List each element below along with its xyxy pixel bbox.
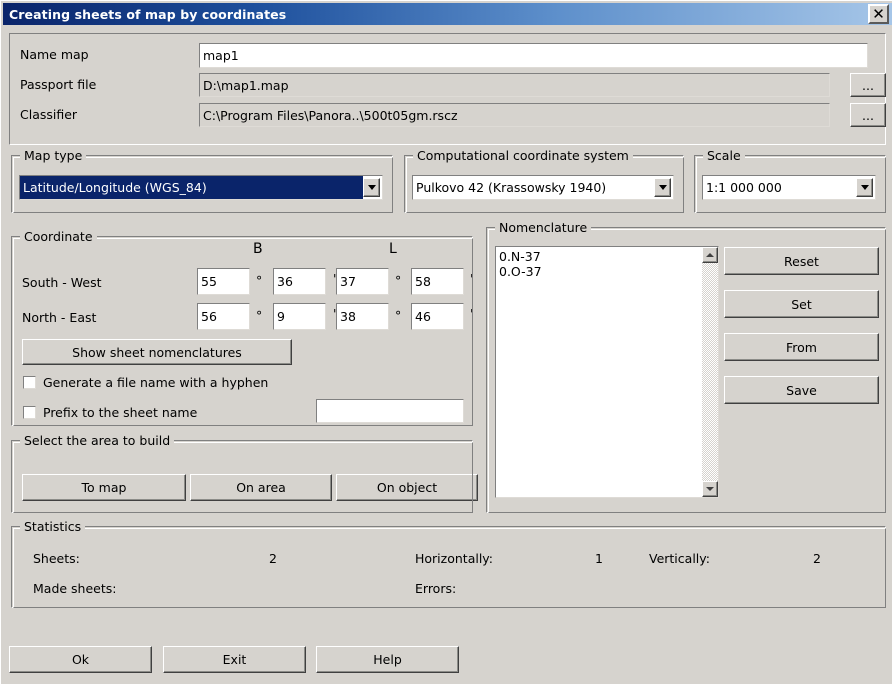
on-area-button[interactable]: On area — [190, 474, 332, 501]
passport-file-label: Passport file — [20, 77, 97, 92]
north-east-b-degrees-input[interactable]: 56 — [197, 303, 250, 330]
select-area-group: Select the area to build To map On area … — [11, 433, 478, 513]
chevron-down-icon[interactable] — [363, 178, 380, 197]
chevron-down-icon[interactable] — [654, 178, 671, 197]
minute-symbol: ' — [470, 306, 474, 321]
minute-symbol: ' — [470, 271, 474, 286]
degree-symbol: ° — [395, 308, 402, 323]
title-bar: Creating sheets of map by coordinates ✕ — [3, 3, 892, 25]
north-east-b-minutes-input[interactable]: 9 — [273, 303, 326, 330]
south-west-l-degrees-input[interactable]: 37 — [336, 268, 389, 295]
show-sheet-nomenclatures-button[interactable]: Show sheet nomenclatures — [22, 339, 292, 365]
list-item[interactable]: 0.O-37 — [499, 264, 700, 279]
scale-combo[interactable]: 1:1 000 000 — [702, 175, 876, 200]
coordinate-group-title: Coordinate — [20, 229, 97, 244]
coord-system-combo[interactable]: Pulkovo 42 (Krassowsky 1940) — [412, 175, 674, 200]
degree-symbol: ° — [256, 308, 263, 323]
column-header-b: B — [253, 241, 263, 257]
north-east-label: North - East — [22, 310, 97, 325]
nomenclature-listbox[interactable]: 0.N-37 0.O-37 — [495, 246, 719, 498]
select-area-group-title: Select the area to build — [20, 433, 175, 448]
scale-group-title: Scale — [703, 148, 745, 163]
classifier-input[interactable]: C:\Program Files\Panora..\500t05gm.rscz — [199, 103, 830, 127]
map-type-combo[interactable]: Latitude/Longitude (WGS_84) — [19, 175, 383, 200]
column-header-l: L — [389, 241, 397, 257]
map-type-group-title: Map type — [20, 148, 87, 163]
prefix-input[interactable] — [316, 399, 464, 423]
coord-system-group-title: Computational coordinate system — [413, 148, 633, 163]
north-east-l-degrees-input[interactable]: 38 — [336, 303, 389, 330]
name-map-input[interactable]: map1 — [199, 43, 868, 68]
from-button[interactable]: From — [724, 333, 879, 361]
south-west-l-minutes-input[interactable]: 58 — [411, 268, 464, 295]
scroll-down-button[interactable] — [702, 481, 718, 497]
statistics-group: Statistics Sheets: 2 Horizontally: 1 Ver… — [11, 519, 886, 608]
triangle-up-icon — [706, 253, 714, 257]
list-item[interactable]: 0.N-37 — [499, 249, 700, 264]
nomenclature-list-items: 0.N-37 0.O-37 — [499, 249, 700, 279]
nomenclature-group: Nomenclature 0.N-37 0.O-37 Reset Set Fro… — [486, 220, 886, 513]
set-button[interactable]: Set — [724, 290, 879, 318]
south-west-b-degrees-input[interactable]: 55 — [197, 268, 250, 295]
on-object-button[interactable]: On object — [336, 474, 478, 501]
coord-system-combo-value: Pulkovo 42 (Krassowsky 1940) — [416, 180, 607, 195]
prefix-label: Prefix to the sheet name — [43, 405, 198, 420]
generate-hyphen-checkbox[interactable] — [23, 376, 36, 389]
horizontally-value: 1 — [595, 551, 603, 566]
close-icon: ✕ — [872, 4, 885, 23]
coordinate-group: Coordinate B L South - West 55 ° 36 ' 37… — [11, 229, 474, 426]
reset-button[interactable]: Reset — [724, 247, 879, 275]
vertically-label: Vertically: — [649, 551, 710, 566]
generate-hyphen-checkbox-row[interactable]: Generate a file name with a hyphen — [23, 375, 268, 390]
sheets-value: 2 — [269, 551, 277, 566]
scale-group: Scale 1:1 000 000 — [694, 148, 886, 213]
to-map-button[interactable]: To map — [22, 474, 186, 501]
classifier-label: Classifier — [20, 107, 78, 122]
passport-file-browse-button[interactable]: ... — [850, 73, 886, 97]
sheets-label: Sheets: — [33, 551, 80, 566]
north-east-l-minutes-input[interactable]: 46 — [411, 303, 464, 330]
ok-button[interactable]: Ok — [9, 646, 152, 673]
degree-symbol: ° — [256, 273, 263, 288]
south-west-label: South - West — [22, 275, 102, 290]
window-title: Creating sheets of map by coordinates — [9, 6, 287, 22]
map-type-group: Map type Latitude/Longitude (WGS_84) — [11, 148, 393, 213]
made-sheets-label: Made sheets: — [33, 581, 117, 596]
exit-button[interactable]: Exit — [163, 646, 306, 673]
chevron-down-icon[interactable] — [856, 178, 873, 197]
vertically-value: 2 — [813, 551, 821, 566]
passport-file-input[interactable]: D:\map1.map — [199, 73, 830, 97]
name-map-label: Name map — [20, 47, 89, 62]
statistics-group-title: Statistics — [20, 519, 86, 534]
close-button[interactable]: ✕ — [868, 4, 889, 24]
south-west-b-minutes-input[interactable]: 36 — [273, 268, 326, 295]
help-button[interactable]: Help — [316, 646, 459, 673]
prefix-checkbox-row[interactable]: Prefix to the sheet name — [23, 405, 197, 420]
errors-label: Errors: — [415, 581, 457, 596]
triangle-down-icon — [706, 487, 714, 491]
nomenclature-group-title: Nomenclature — [495, 220, 592, 235]
scroll-up-button[interactable] — [702, 247, 718, 263]
degree-symbol: ° — [395, 273, 402, 288]
dialog-window: Creating sheets of map by coordinates ✕ … — [0, 0, 893, 685]
horizontally-label: Horizontally: — [415, 551, 493, 566]
scale-combo-value: 1:1 000 000 — [706, 180, 782, 195]
generate-hyphen-label: Generate a file name with a hyphen — [43, 375, 269, 390]
nomenclature-scrollbar[interactable] — [702, 247, 718, 497]
save-button[interactable]: Save — [724, 376, 879, 404]
classifier-browse-button[interactable]: ... — [850, 103, 886, 127]
file-panel: Name map map1 Passport file D:\map1.map … — [9, 33, 886, 145]
map-type-combo-value: Latitude/Longitude (WGS_84) — [20, 176, 363, 199]
coord-system-group: Computational coordinate system Pulkovo … — [404, 148, 684, 213]
prefix-checkbox[interactable] — [23, 406, 36, 419]
